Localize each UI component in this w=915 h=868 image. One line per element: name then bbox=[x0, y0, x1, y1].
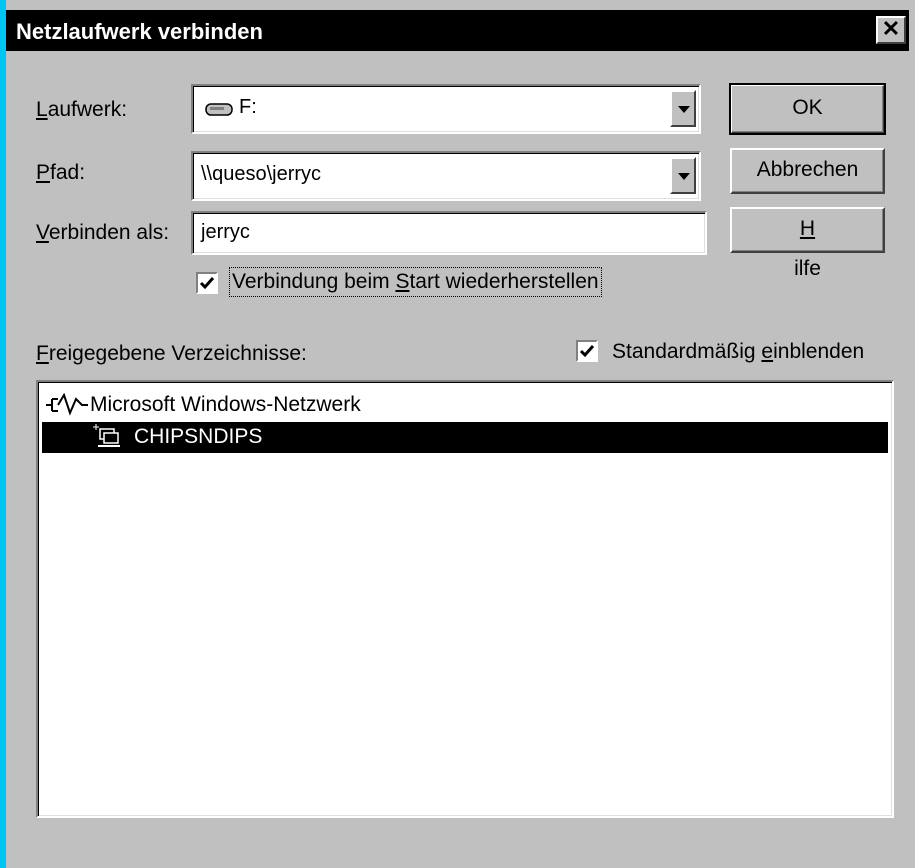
title-bar[interactable]: Netzlaufwerk verbinden ✕ bbox=[6, 10, 909, 51]
workgroup-icon bbox=[92, 424, 124, 456]
path-combobox[interactable]: \\queso\jerryc bbox=[191, 151, 701, 201]
close-button[interactable]: ✕ bbox=[876, 16, 906, 44]
checkmark-icon bbox=[199, 277, 215, 290]
checkmark-icon bbox=[579, 345, 595, 358]
path-label: Pfad: bbox=[36, 161, 86, 184]
path-dropdown-button[interactable] bbox=[670, 157, 696, 194]
connect-as-value: jerryc bbox=[201, 221, 250, 243]
chevron-down-icon bbox=[678, 173, 690, 180]
ok-button[interactable]: OK bbox=[729, 83, 886, 135]
connect-as-label: Verbinden als: bbox=[36, 221, 170, 244]
path-value: \\queso\jerryc bbox=[201, 163, 322, 185]
shared-folders-label: Freigegebene Verzeichnisse: bbox=[36, 342, 307, 365]
drive-label: Laufwerk: bbox=[36, 98, 128, 121]
drive-select[interactable]: F: bbox=[191, 84, 701, 134]
tree-item-network[interactable]: Microsoft Windows-Netzwerk bbox=[42, 390, 888, 421]
tree-item-label: Microsoft Windows-Netzwerk bbox=[90, 393, 361, 416]
drive-dropdown-button[interactable] bbox=[670, 90, 696, 127]
drive-value: F: bbox=[239, 96, 257, 118]
drive-icon bbox=[205, 101, 235, 123]
connect-as-input[interactable]: jerryc bbox=[191, 211, 707, 255]
expand-default-checkbox[interactable] bbox=[576, 340, 598, 362]
reconnect-label[interactable]: Verbindung beim Start wiederherstellen bbox=[229, 267, 602, 297]
tree-item-label: CHIPSNDIPS bbox=[134, 425, 263, 448]
network-icon bbox=[44, 392, 88, 423]
close-icon: ✕ bbox=[881, 16, 901, 41]
window-title: Netzlaufwerk verbinden bbox=[16, 19, 263, 44]
expand-default-label[interactable]: Standardmäßig einblenden bbox=[612, 340, 864, 364]
chevron-down-icon bbox=[678, 106, 690, 113]
cancel-button[interactable]: Abbrechen bbox=[730, 148, 885, 194]
reconnect-checkbox[interactable] bbox=[196, 272, 218, 294]
help-button[interactable]: Hilfe bbox=[730, 207, 885, 280]
shared-folders-tree[interactable]: Microsoft Windows-Netzwerk CHIPSNDIPS bbox=[36, 380, 894, 818]
tree-item-workgroup[interactable]: CHIPSNDIPS bbox=[42, 422, 888, 453]
